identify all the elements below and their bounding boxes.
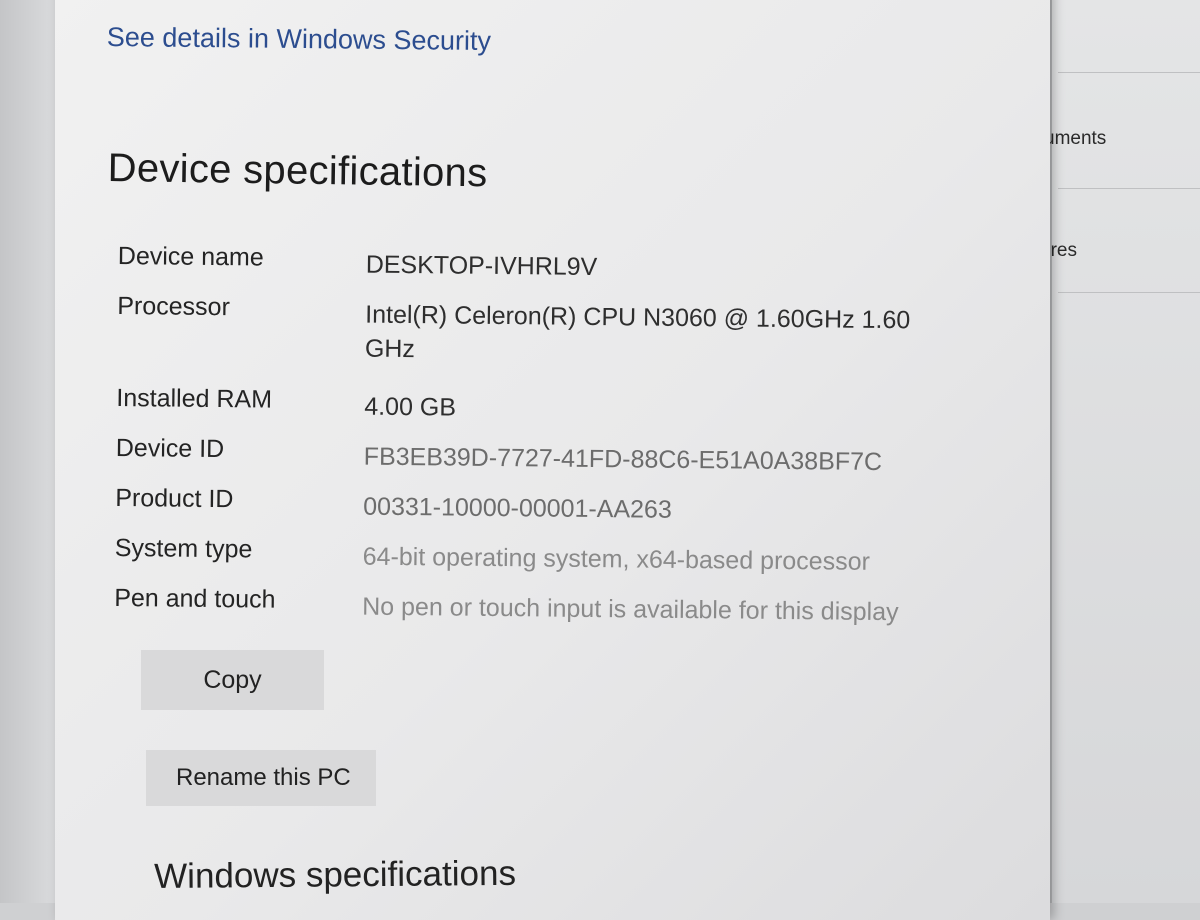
spec-value: FB3EB39D-7727-41FD-88C6-E51A0A38BF7C: [363, 442, 883, 477]
spec-value: 00331-10000-00001-AA263: [363, 492, 672, 524]
spec-row-installed-ram: Installed RAM 4.00 GB: [116, 384, 996, 443]
spec-label: Product ID: [115, 483, 234, 514]
spec-row-system-type: System type 64-bit operating system, x64…: [114, 534, 994, 593]
spec-row-processor: Processor Intel(R) Celeron(R) CPU N3060 …: [117, 292, 998, 393]
spec-row-pen-and-touch: Pen and touch No pen or touch input is a…: [114, 584, 994, 643]
right-divider: [1058, 292, 1200, 293]
spec-value: No pen or touch input is available for t…: [362, 592, 899, 627]
right-divider: [1058, 188, 1200, 189]
spec-value: 4.00 GB: [364, 392, 457, 422]
rename-pc-button[interactable]: Rename this PC: [146, 750, 376, 806]
right-side-panel: uments ures: [1040, 0, 1200, 903]
background-left: [0, 0, 60, 903]
device-specifications-table: Device name DESKTOP-IVHRL9V Processor In…: [114, 242, 998, 643]
right-panel-item-documents[interactable]: uments: [1044, 128, 1106, 150]
spec-label: System type: [114, 533, 253, 564]
windows-specifications-heading: Windows specifications: [154, 853, 517, 896]
spec-label: Device name: [117, 242, 264, 272]
spec-row-product-id: Product ID 00331-10000-00001-AA263: [115, 484, 995, 543]
spec-label: Processor: [117, 291, 231, 322]
windows-security-link[interactable]: See details in Windows Security: [107, 22, 491, 57]
spec-label: Pen and touch: [114, 583, 276, 614]
spec-value: DESKTOP-IVHRL9V: [365, 250, 598, 282]
spec-label: Device ID: [115, 433, 225, 464]
copy-button[interactable]: Copy: [141, 650, 324, 710]
spec-row-device-id: Device ID FB3EB39D-7727-41FD-88C6-E51A0A…: [115, 434, 995, 493]
spec-value: 64-bit operating system, x64-based proce…: [362, 542, 871, 576]
spec-row-device-name: Device name DESKTOP-IVHRL9V: [117, 242, 997, 301]
right-divider: [1058, 72, 1200, 73]
spec-label: Installed RAM: [116, 383, 273, 414]
spec-value: Intel(R) Celeron(R) CPU N3060 @ 1.60GHz …: [364, 300, 911, 364]
device-specifications-heading: Device specifications: [107, 146, 488, 196]
